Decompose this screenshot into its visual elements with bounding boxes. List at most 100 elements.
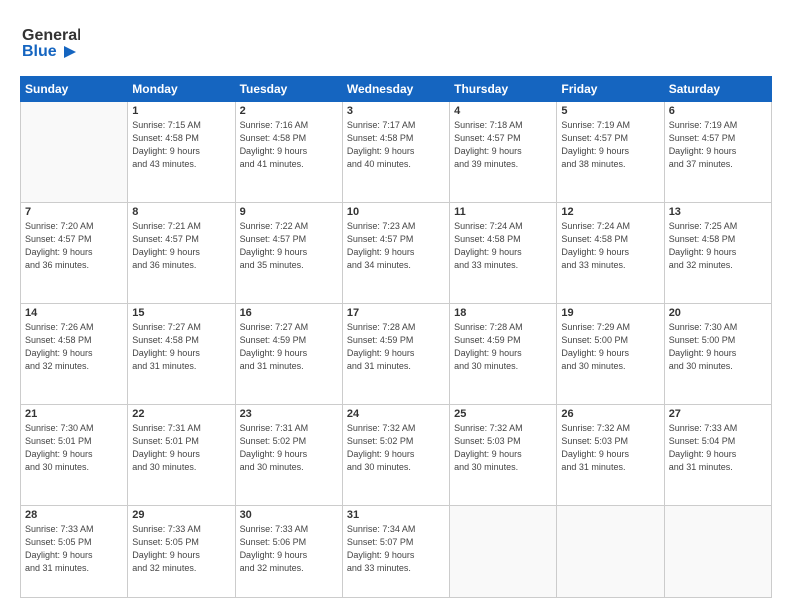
day-number: 15 (132, 307, 230, 319)
calendar-day-cell: 2 Sunrise: 7:16 AM Sunset: 4:58 PM Daylig… (235, 102, 342, 203)
day-info: Sunrise: 7:25 AM Sunset: 4:58 PM Dayligh… (669, 220, 767, 272)
logo: General Blue (20, 18, 80, 66)
calendar-day-cell: 28Sunrise: 7:33 AM Sunset: 5:05 PM Dayli… (21, 505, 128, 597)
logo-icon: General Blue (20, 18, 80, 66)
svg-text:General: General (22, 27, 80, 44)
weekday-header: Friday (557, 77, 664, 102)
calendar-day-cell: 29 Sunrise: 7:33 AM Sunset: 5:05 PM Dayli… (128, 505, 235, 597)
calendar-day-cell (450, 505, 557, 597)
calendar-week-row: 1Sunrise: 7:15 AM Sunset: 4:58 PM Daylig… (21, 102, 772, 203)
day-number: 25 (454, 408, 552, 420)
day-number: 12 (561, 206, 659, 218)
day-number: 16 (240, 307, 338, 319)
calendar-day-cell: 27 Sunrise: 7:33 AM Sunset: 5:04 PM Dayli… (664, 404, 771, 505)
calendar-day-cell: 24 Sunrise: 7:32 AM Sunset: 5:02 PM Dayli… (342, 404, 449, 505)
calendar-week-row: 21 Sunrise: 7:30 AM Sunset: 5:01 PM Dayli… (21, 404, 772, 505)
day-number: 21 (25, 408, 123, 420)
calendar-day-cell: 12 Sunrise: 7:24 AM Sunset: 4:58 PM Dayli… (557, 202, 664, 303)
day-number: 9 (240, 206, 338, 218)
calendar-day-cell: 23 Sunrise: 7:31 AM Sunset: 5:02 PM Dayli… (235, 404, 342, 505)
day-number: 26 (561, 408, 659, 420)
calendar-day-cell: 13 Sunrise: 7:25 AM Sunset: 4:58 PM Dayli… (664, 202, 771, 303)
day-info: Sunrise: 7:17 AM Sunset: 4:58 PM Dayligh… (347, 119, 445, 171)
calendar-day-cell: 22 Sunrise: 7:31 AM Sunset: 5:01 PM Dayli… (128, 404, 235, 505)
calendar-day-cell (664, 505, 771, 597)
calendar-day-cell (557, 505, 664, 597)
calendar-day-cell: 14Sunrise: 7:26 AM Sunset: 4:58 PM Dayli… (21, 303, 128, 404)
day-number: 13 (669, 206, 767, 218)
day-number: 22 (132, 408, 230, 420)
header: General Blue (20, 18, 772, 66)
day-number: 29 (132, 509, 230, 521)
day-info: Sunrise: 7:33 AM Sunset: 5:04 PM Dayligh… (669, 422, 767, 474)
calendar-week-row: 14Sunrise: 7:26 AM Sunset: 4:58 PM Dayli… (21, 303, 772, 404)
day-number: 24 (347, 408, 445, 420)
calendar-day-cell: 10 Sunrise: 7:23 AM Sunset: 4:57 PM Dayli… (342, 202, 449, 303)
day-info: Sunrise: 7:33 AM Sunset: 5:05 PM Dayligh… (25, 523, 123, 575)
day-info: Sunrise: 7:33 AM Sunset: 5:06 PM Dayligh… (240, 523, 338, 575)
day-number: 11 (454, 206, 552, 218)
day-number: 20 (669, 307, 767, 319)
calendar-day-cell: 8Sunrise: 7:21 AM Sunset: 4:57 PM Daylig… (128, 202, 235, 303)
calendar-day-cell: 20 Sunrise: 7:30 AM Sunset: 5:00 PM Dayli… (664, 303, 771, 404)
day-info: Sunrise: 7:24 AM Sunset: 4:58 PM Dayligh… (561, 220, 659, 272)
calendar-day-cell: 15 Sunrise: 7:27 AM Sunset: 4:58 PM Dayli… (128, 303, 235, 404)
day-number: 5 (561, 105, 659, 117)
day-info: Sunrise: 7:30 AM Sunset: 5:00 PM Dayligh… (669, 321, 767, 373)
day-info: Sunrise: 7:32 AM Sunset: 5:03 PM Dayligh… (561, 422, 659, 474)
day-info: Sunrise: 7:31 AM Sunset: 5:02 PM Dayligh… (240, 422, 338, 474)
calendar-week-row: 7Sunrise: 7:20 AM Sunset: 4:57 PM Daylig… (21, 202, 772, 303)
day-info: Sunrise: 7:28 AM Sunset: 4:59 PM Dayligh… (454, 321, 552, 373)
calendar-day-cell: 9Sunrise: 7:22 AM Sunset: 4:57 PM Daylig… (235, 202, 342, 303)
day-number: 17 (347, 307, 445, 319)
day-info: Sunrise: 7:32 AM Sunset: 5:02 PM Dayligh… (347, 422, 445, 474)
day-number: 4 (454, 105, 552, 117)
day-number: 6 (669, 105, 767, 117)
day-info: Sunrise: 7:29 AM Sunset: 5:00 PM Dayligh… (561, 321, 659, 373)
day-info: Sunrise: 7:30 AM Sunset: 5:01 PM Dayligh… (25, 422, 123, 474)
day-info: Sunrise: 7:20 AM Sunset: 4:57 PM Dayligh… (25, 220, 123, 272)
calendar-day-cell: 19 Sunrise: 7:29 AM Sunset: 5:00 PM Dayli… (557, 303, 664, 404)
weekday-header: Saturday (664, 77, 771, 102)
day-info: Sunrise: 7:18 AM Sunset: 4:57 PM Dayligh… (454, 119, 552, 171)
day-number: 3 (347, 105, 445, 117)
calendar-day-cell (21, 102, 128, 203)
day-info: Sunrise: 7:24 AM Sunset: 4:58 PM Dayligh… (454, 220, 552, 272)
day-info: Sunrise: 7:34 AM Sunset: 5:07 PM Dayligh… (347, 523, 445, 575)
day-info: Sunrise: 7:28 AM Sunset: 4:59 PM Dayligh… (347, 321, 445, 373)
calendar-day-cell: 21 Sunrise: 7:30 AM Sunset: 5:01 PM Dayli… (21, 404, 128, 505)
day-number: 2 (240, 105, 338, 117)
day-number: 23 (240, 408, 338, 420)
day-info: Sunrise: 7:16 AM Sunset: 4:58 PM Dayligh… (240, 119, 338, 171)
calendar-day-cell: 31 Sunrise: 7:34 AM Sunset: 5:07 PM Dayli… (342, 505, 449, 597)
svg-text:Blue: Blue (22, 43, 57, 60)
day-info: Sunrise: 7:31 AM Sunset: 5:01 PM Dayligh… (132, 422, 230, 474)
page: General Blue SundayMondayTuesdayWednesda… (0, 0, 792, 612)
day-number: 10 (347, 206, 445, 218)
calendar-table: SundayMondayTuesdayWednesdayThursdayFrid… (20, 76, 772, 598)
calendar-day-cell: 7Sunrise: 7:20 AM Sunset: 4:57 PM Daylig… (21, 202, 128, 303)
day-info: Sunrise: 7:23 AM Sunset: 4:57 PM Dayligh… (347, 220, 445, 272)
day-number: 8 (132, 206, 230, 218)
calendar-day-cell: 4 Sunrise: 7:18 AM Sunset: 4:57 PM Daylig… (450, 102, 557, 203)
calendar-day-cell: 18Sunrise: 7:28 AM Sunset: 4:59 PM Dayli… (450, 303, 557, 404)
day-number: 1 (132, 105, 230, 117)
day-info: Sunrise: 7:27 AM Sunset: 4:58 PM Dayligh… (132, 321, 230, 373)
weekday-header: Tuesday (235, 77, 342, 102)
day-number: 19 (561, 307, 659, 319)
day-info: Sunrise: 7:33 AM Sunset: 5:05 PM Dayligh… (132, 523, 230, 575)
day-info: Sunrise: 7:19 AM Sunset: 4:57 PM Dayligh… (561, 119, 659, 171)
day-number: 31 (347, 509, 445, 521)
calendar-week-row: 28Sunrise: 7:33 AM Sunset: 5:05 PM Dayli… (21, 505, 772, 597)
calendar-day-cell: 30Sunrise: 7:33 AM Sunset: 5:06 PM Dayli… (235, 505, 342, 597)
calendar-day-cell: 17 Sunrise: 7:28 AM Sunset: 4:59 PM Dayli… (342, 303, 449, 404)
day-info: Sunrise: 7:19 AM Sunset: 4:57 PM Dayligh… (669, 119, 767, 171)
day-info: Sunrise: 7:32 AM Sunset: 5:03 PM Dayligh… (454, 422, 552, 474)
weekday-header: Wednesday (342, 77, 449, 102)
day-info: Sunrise: 7:27 AM Sunset: 4:59 PM Dayligh… (240, 321, 338, 373)
calendar-day-cell: 25 Sunrise: 7:32 AM Sunset: 5:03 PM Dayli… (450, 404, 557, 505)
day-number: 27 (669, 408, 767, 420)
calendar-day-cell: 1Sunrise: 7:15 AM Sunset: 4:58 PM Daylig… (128, 102, 235, 203)
day-info: Sunrise: 7:26 AM Sunset: 4:58 PM Dayligh… (25, 321, 123, 373)
weekday-header: Thursday (450, 77, 557, 102)
